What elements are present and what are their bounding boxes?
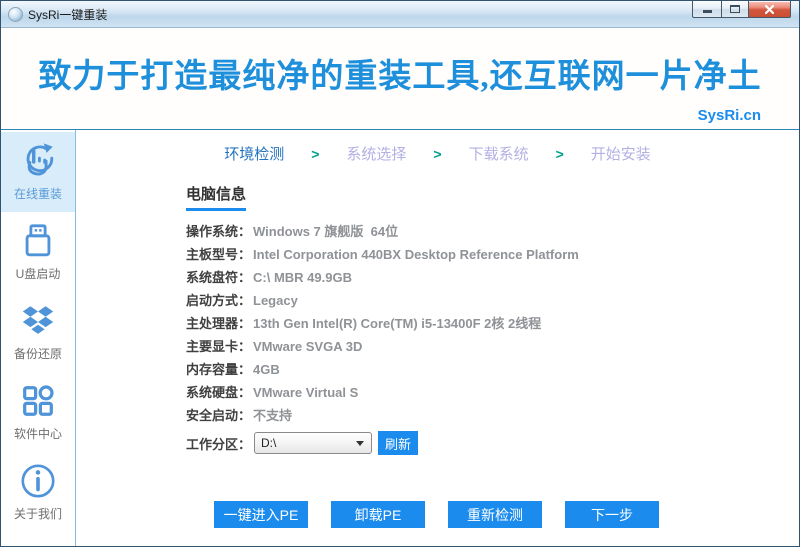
step-start-install: 开始安装 (590, 146, 651, 163)
minimize-button[interactable] (692, 1, 721, 18)
wizard-steps: 环境检测 > 系统选择 > 下载系统 > 开始安装 (76, 143, 799, 164)
sidebar-item-label: 在线重装 (13, 187, 62, 201)
info-value: VMware SVGA 3D (253, 339, 363, 354)
about-us-icon (21, 464, 55, 498)
sidebar-item-usb-boot[interactable]: U盘启动 (1, 212, 75, 292)
sidebar-item-backup-restore[interactable]: 备份还原 (1, 292, 75, 372)
step-env-check: 环境检测 (224, 146, 285, 163)
usb-boot-icon (25, 224, 51, 257)
info-row-secure-boot: 安全启动： 不支持 (186, 408, 799, 423)
step-download-system: 下载系统 (468, 146, 529, 163)
info-label: 系统盘符： (186, 270, 252, 285)
partition-select[interactable]: D:\ (254, 432, 373, 454)
step-separator-icon: > (433, 145, 442, 162)
app-logo-icon (8, 6, 23, 22)
info-row-hdd: 系统硬盘： VMware Virtual S (186, 385, 799, 400)
step-separator-icon: > (311, 145, 320, 162)
banner: 致力于打造最纯净的重装工具,还互联网一片净土 SysRi.cn (1, 28, 799, 129)
info-value: Legacy (253, 293, 298, 308)
sidebar-item-about-us[interactable]: 关于我们 (1, 452, 75, 532)
info-row-cpu: 主处理器： 13th Gen Intel(R) Core(TM) i5-1340… (186, 316, 799, 331)
step-separator-icon: > (555, 145, 564, 162)
step-system-select: 系统选择 (346, 146, 407, 163)
info-value: 13th Gen Intel(R) Core(TM) i5-13400F 2核 … (253, 316, 542, 331)
info-label: 主板型号： (186, 247, 252, 262)
sidebar-item-online-reinstall[interactable]: 在线重装 (1, 132, 75, 212)
info-label: 主处理器： (186, 316, 252, 331)
software-center-icon (23, 385, 54, 416)
info-value: C:\ MBR 49.9GB (253, 270, 352, 285)
partition-label: 工作分区： (186, 436, 252, 452)
banner-site-label: SysRi.cn (697, 107, 761, 124)
info-label: 主要显卡： (186, 339, 252, 354)
info-label: 系统硬盘： (186, 385, 252, 400)
window-controls (692, 1, 791, 18)
info-label: 启动方式： (186, 293, 252, 308)
app-window: SysRi一键重装 致力于打造最纯净的重装工具,还互联网一片净土 SysRi.c… (0, 0, 800, 547)
online-reinstall-icon (26, 143, 54, 176)
sidebar-item-label: 关于我们 (13, 507, 62, 521)
refresh-button[interactable]: 刷新 (378, 431, 419, 455)
info-label: 安全启动： (186, 408, 252, 423)
info-row-boot-mode: 启动方式： Legacy (186, 293, 799, 308)
titlebar: SysRi一键重装 (1, 1, 799, 28)
close-icon (764, 4, 775, 14)
window-title: SysRi一键重装 (28, 7, 108, 22)
sidebar-item-label: 备份还原 (13, 347, 62, 361)
footer-actions: 一键进入PE 卸载PE 重新检测 下一步 (214, 501, 659, 528)
close-button[interactable] (749, 1, 791, 18)
sidebar-item-label: 软件中心 (13, 427, 62, 441)
main-panel: 环境检测 > 系统选择 > 下载系统 > 开始安装 电脑信息 操作系统： Win… (76, 130, 799, 546)
recheck-button[interactable]: 重新检测 (448, 501, 542, 528)
info-label: 内存容量： (186, 362, 252, 377)
info-value: 4GB (253, 362, 280, 377)
sidebar-item-software-center[interactable]: 软件中心 (1, 372, 75, 452)
info-row-os: 操作系统： Windows 7 旗舰版 64位 (186, 224, 799, 239)
info-value: Windows 7 旗舰版 64位 (253, 224, 399, 239)
sidebar-item-label: U盘启动 (15, 267, 61, 281)
info-label: 操作系统： (186, 224, 252, 239)
info-value: 不支持 (253, 408, 293, 423)
minimize-icon (702, 10, 712, 13)
info-row-memory: 内存容量： 4GB (186, 362, 799, 377)
dropdown-arrow-icon (356, 440, 365, 446)
next-step-button[interactable]: 下一步 (565, 501, 659, 528)
uninstall-pe-button[interactable]: 卸载PE (331, 501, 425, 528)
banner-slogan: 致力于打造最纯净的重装工具,还互联网一片净土 (38, 59, 762, 95)
partition-row: 工作分区： D:\ 刷新 (186, 431, 799, 455)
maximize-icon (730, 5, 740, 13)
backup-restore-icon (22, 306, 54, 334)
info-row-system-drive: 系统盘符： C:\ MBR 49.9GB (186, 270, 799, 285)
info-row-gpu: 主要显卡： VMware SVGA 3D (186, 339, 799, 354)
maximize-button[interactable] (721, 1, 749, 18)
computer-info-list: 操作系统： Windows 7 旗舰版 64位 主板型号： Intel Corp… (186, 224, 799, 423)
info-value: Intel Corporation 440BX Desktop Referenc… (253, 247, 579, 262)
enter-pe-button[interactable]: 一键进入PE (214, 501, 308, 528)
info-row-motherboard: 主板型号： Intel Corporation 440BX Desktop Re… (186, 247, 799, 262)
info-value: VMware Virtual S (253, 385, 359, 400)
partition-selected-value: D:\ (261, 436, 277, 450)
sidebar: 在线重装 U盘启动 备份还原 软件中心 关于我们 (1, 130, 76, 546)
section-title: 电脑信息 (186, 183, 247, 211)
